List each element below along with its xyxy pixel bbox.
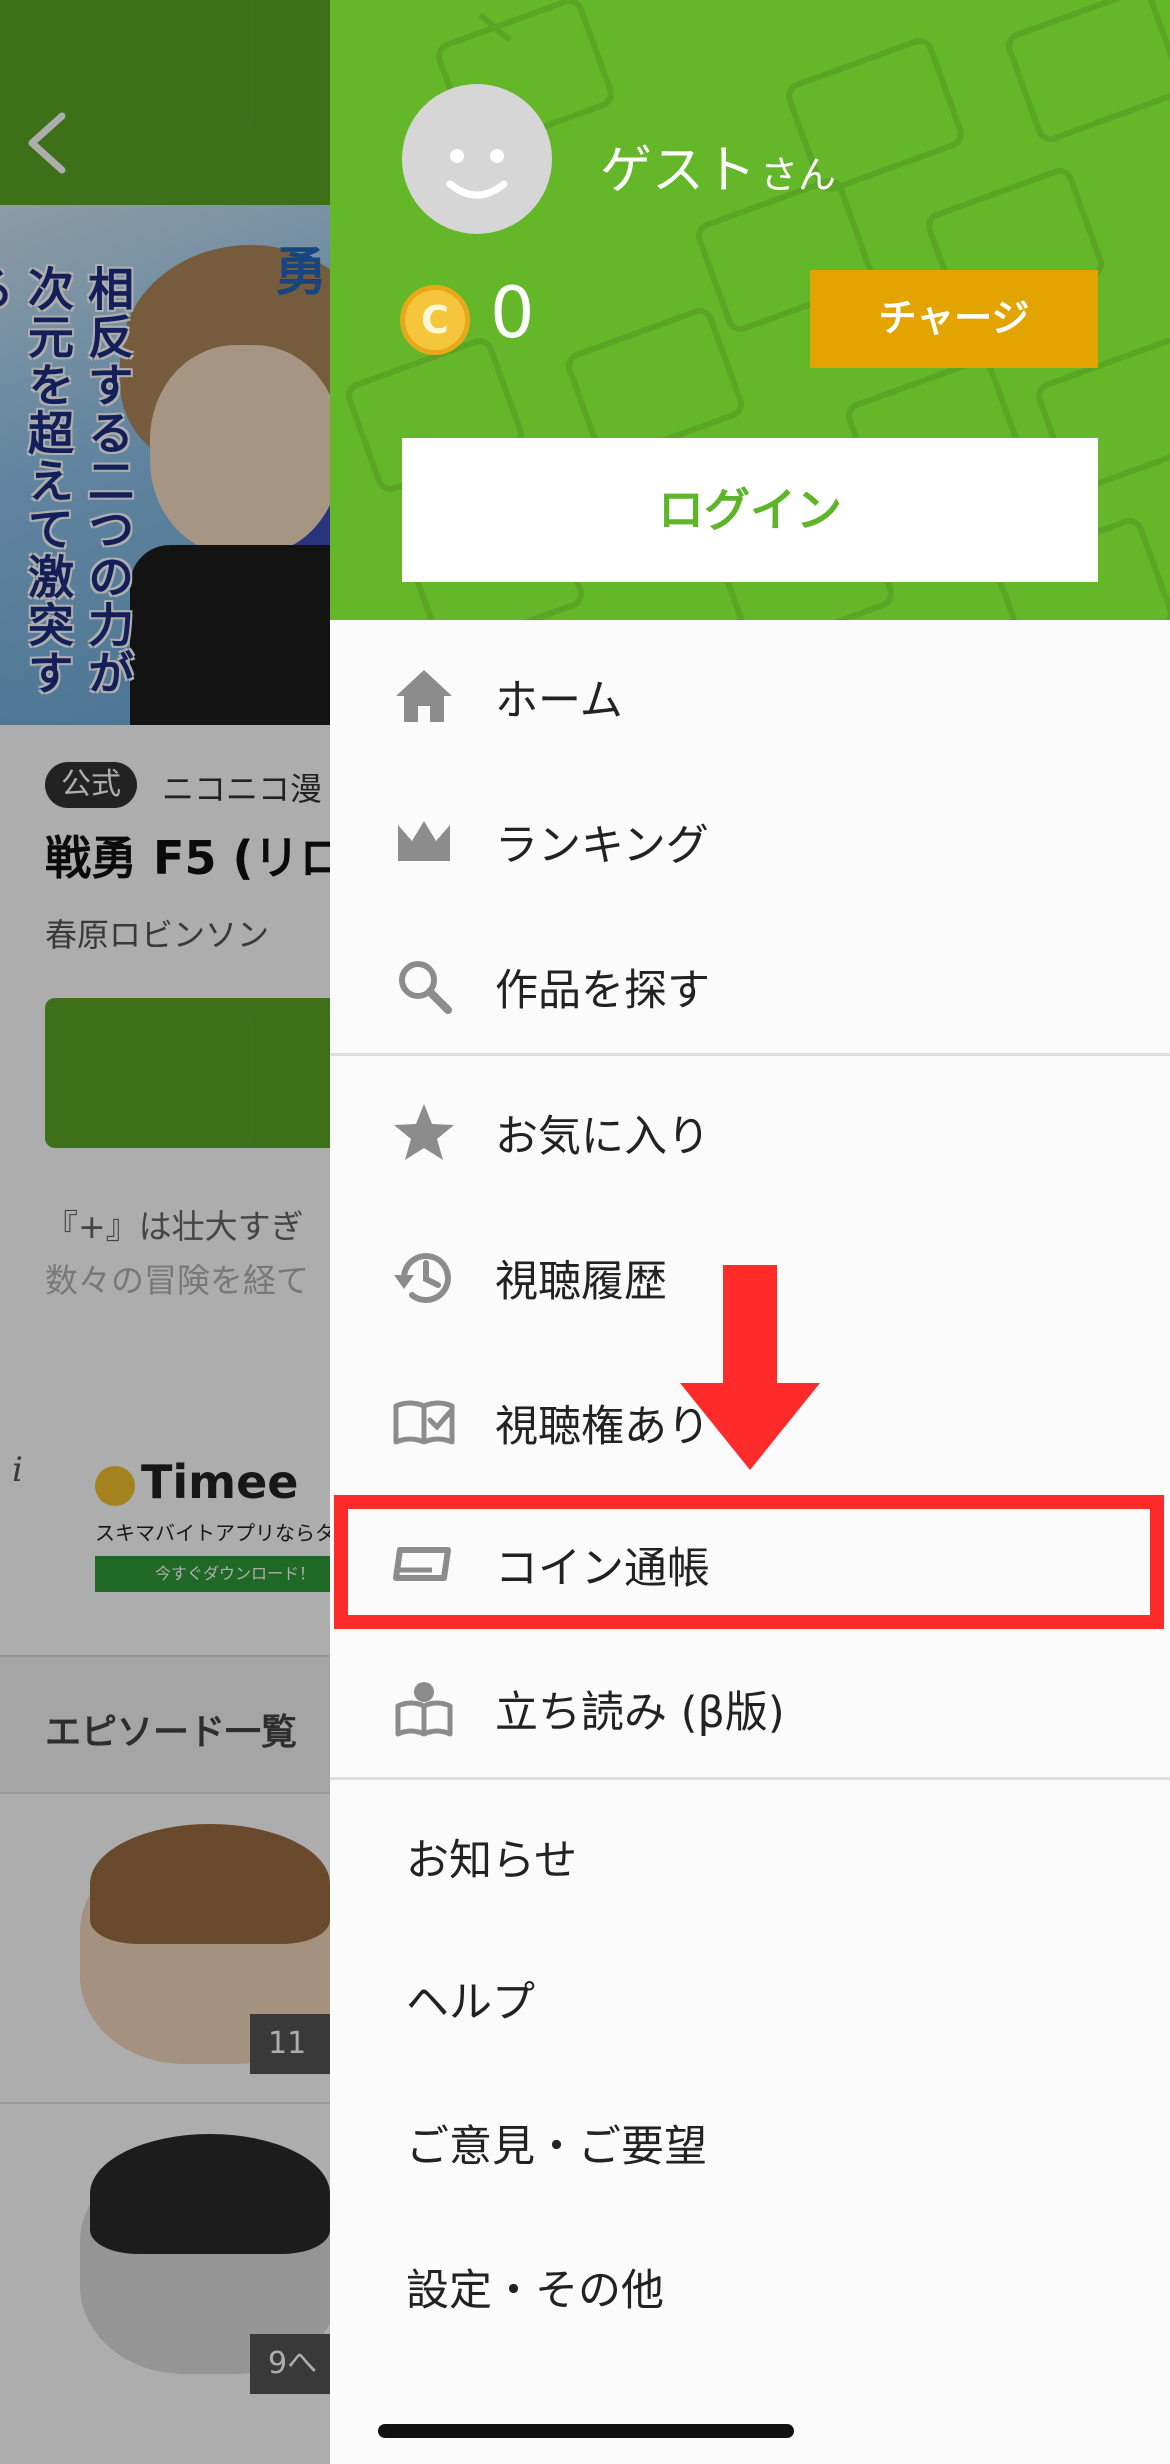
menu-item-favorites[interactable]: お気に入り — [330, 1058, 1170, 1203]
menu-label: 作品を探す — [495, 966, 710, 1016]
menu-item-settings[interactable]: 設定・その他 — [330, 2212, 1170, 2357]
login-button[interactable]: ログイン — [402, 438, 1098, 582]
menu-divider — [330, 1053, 1170, 1056]
annotation-arrow-icon — [680, 1265, 820, 1470]
user-name-suffix: さん — [760, 153, 837, 197]
coin-icon: C — [400, 285, 470, 355]
menu-item-notices[interactable]: お知らせ — [330, 1782, 1170, 1927]
reading-icon — [395, 1682, 453, 1737]
menu-item-preview-reading[interactable]: 立ち読み (β版) — [330, 1634, 1170, 1779]
user-name: ゲスト さん — [600, 128, 836, 203]
menu-item-help[interactable]: ヘルプ — [330, 1924, 1170, 2069]
search-icon — [399, 961, 452, 1014]
menu-label: 視聴権あり — [495, 1402, 710, 1452]
menu-label: ホーム — [495, 676, 623, 726]
star-icon — [394, 1104, 454, 1160]
coin-balance: 0 — [490, 272, 535, 354]
user-name-text: ゲスト — [600, 141, 757, 201]
menu-item-feedback[interactable]: ご意見・ご要望 — [330, 2068, 1170, 2213]
home-indicator[interactable] — [378, 2424, 794, 2438]
menu-label: ランキング — [495, 821, 709, 871]
drawer-header: ゲスト さん C 0 チャージ ログイン — [330, 0, 1170, 620]
avatar[interactable] — [402, 84, 552, 234]
crown-icon — [398, 821, 450, 861]
menu-label: お知らせ — [406, 1836, 578, 1886]
menu-item-ranking[interactable]: ランキング — [330, 767, 1170, 912]
navigation-drawer: ゲスト さん C 0 チャージ ログイン ホーム ランキング 作品を探す お気に入… — [330, 0, 1170, 2464]
menu-item-home[interactable]: ホーム — [330, 622, 1170, 767]
menu-divider — [330, 1777, 1170, 1780]
book-check-icon — [393, 1400, 455, 1445]
menu-label: 立ち読み (β版) — [495, 1688, 785, 1738]
annotation-highlight-box — [334, 1495, 1164, 1629]
menu-label: 視聴履歴 — [495, 1257, 667, 1307]
menu-label: お気に入り — [495, 1112, 710, 1162]
home-icon — [396, 670, 452, 722]
charge-button[interactable]: チャージ — [810, 270, 1098, 368]
coin-symbol: C — [421, 298, 449, 342]
menu-label: 設定・その他 — [406, 2266, 664, 2316]
history-icon — [394, 1253, 451, 1303]
menu-label: ヘルプ — [406, 1978, 535, 2028]
smiley-face-icon — [446, 149, 508, 199]
menu-item-search[interactable]: 作品を探す — [330, 912, 1170, 1057]
menu-label: ご意見・ご要望 — [406, 2122, 707, 2172]
